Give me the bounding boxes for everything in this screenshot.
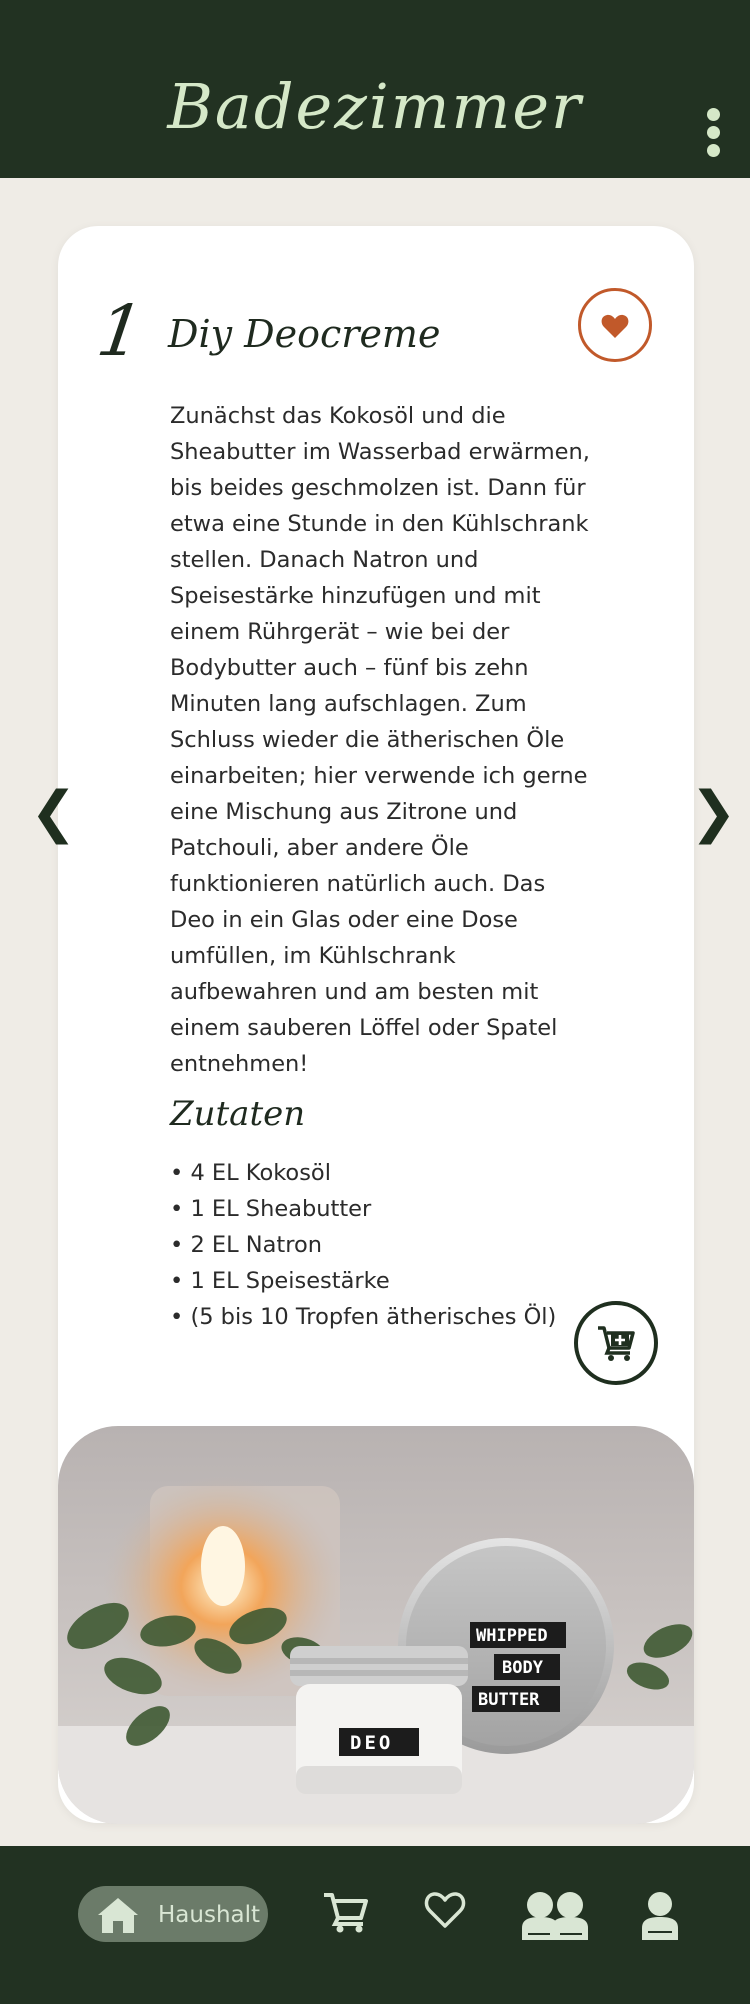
recipe-description: Zunächst das Kokosöl und die Sheabutter … (170, 403, 590, 1077)
lid-label-line: WHIPPED (476, 1626, 548, 1646)
favorite-button[interactable] (578, 288, 652, 362)
add-to-cart-button[interactable] (574, 1301, 658, 1385)
nav-item-haushalt[interactable]: Haushalt (78, 1886, 268, 1942)
ingredient-item: 2 EL Natron (170, 1227, 556, 1263)
lid-label-line: BODY (502, 1658, 544, 1678)
nav-label: Haushalt (158, 1902, 261, 1928)
kebab-menu-icon[interactable] (702, 108, 724, 158)
recipe-title: Diy Deocreme (168, 312, 441, 356)
home-icon (98, 1898, 138, 1933)
lid-label-line: BUTTER (478, 1690, 540, 1710)
bottom-navigation: Haushalt (0, 1846, 750, 2004)
page-title: Badezimmer (167, 70, 583, 143)
ingredient-item: 1 EL Sheabutter (170, 1191, 556, 1227)
profile-icon[interactable] (640, 1890, 680, 1942)
group-icon[interactable] (520, 1890, 590, 1942)
heart-outline-icon[interactable] (424, 1890, 466, 1930)
heart-icon (601, 314, 629, 338)
app-header: Badezimmer (0, 0, 750, 178)
ingredients-list: 4 EL Kokosöl 1 EL Sheabutter 2 EL Natron… (170, 1155, 556, 1335)
cart-icon[interactable] (322, 1890, 370, 1934)
ingredient-item: 1 EL Speisestärke (170, 1263, 556, 1299)
chevron-left-icon[interactable]: ❮ (30, 780, 77, 845)
ingredient-item: (5 bis 10 Tropfen ätherisches Öl) (170, 1299, 556, 1335)
recipe-photo: WHIPPED BODY BUTTER DEO (58, 1426, 694, 1824)
jar-label: DEO (350, 1732, 393, 1754)
ingredients-title: Zutaten (170, 1094, 306, 1134)
ingredient-item: 4 EL Kokosöl (170, 1155, 556, 1191)
cart-plus-icon (598, 1326, 635, 1361)
product-photo-illustration: WHIPPED BODY BUTTER DEO (58, 1476, 694, 1824)
chevron-right-icon[interactable]: ❯ (690, 780, 737, 845)
